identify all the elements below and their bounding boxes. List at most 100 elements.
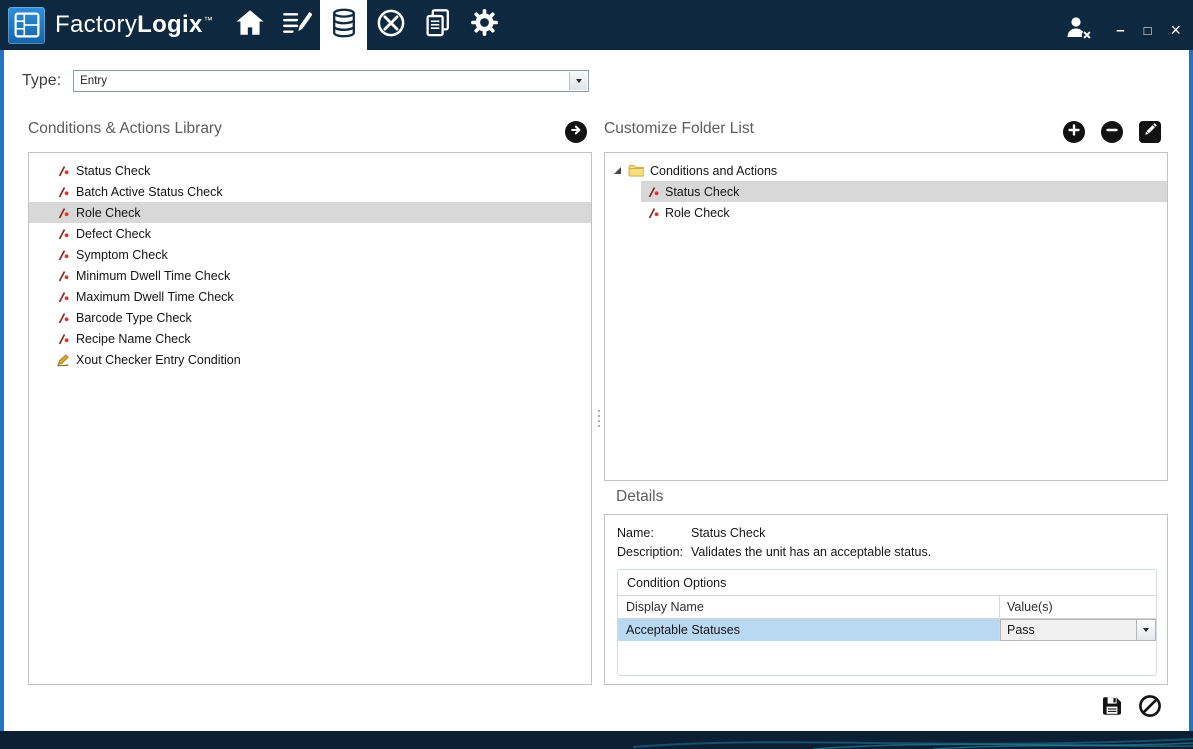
tree-child-node[interactable]: Status Check (641, 181, 1167, 202)
condition-icon (56, 332, 70, 346)
documents-icon (424, 8, 452, 43)
option-row: Acceptable StatusesPass (618, 619, 1156, 641)
details-title: Details (616, 488, 663, 506)
detail-name-label: Name: (617, 526, 691, 540)
app-title: FactoryLogix™ (55, 11, 213, 39)
app-title-regular: Factory (55, 11, 137, 38)
details-box: Name: Status Check Description: Validate… (604, 514, 1168, 685)
library-title: Conditions & Actions Library (28, 120, 222, 138)
condition-options-title: Condition Options (618, 570, 1156, 595)
tree-root-label: Conditions and Actions (650, 164, 777, 178)
detail-description-value: Validates the unit has an acceptable sta… (691, 545, 931, 559)
folder-actions (604, 121, 1168, 143)
library-item[interactable]: Xout Checker Entry Condition (29, 349, 591, 370)
user-signout-icon (1063, 15, 1093, 46)
save-button[interactable] (1101, 695, 1123, 722)
trademark: ™ (204, 15, 213, 25)
library-item-label: Minimum Dwell Time Check (76, 269, 230, 283)
app-title-bold: Logix (137, 11, 203, 38)
tree-child-node[interactable]: Role Check (641, 202, 1167, 223)
nav-documents[interactable] (414, 0, 461, 50)
home-icon (235, 9, 265, 41)
tree-child-label: Status Check (665, 185, 739, 199)
window-frame-bottom (0, 731, 1193, 749)
library-item-label: Symptom Check (76, 248, 168, 262)
type-select-value: Entry (80, 75, 107, 87)
edit-folder-item-icon (1144, 123, 1157, 141)
detail-description-row: Description: Validates the unit has an a… (617, 545, 931, 559)
condition-icon (56, 206, 70, 220)
dropdown-arrow-icon (1136, 620, 1155, 640)
condition-icon (56, 185, 70, 199)
condition-icon (56, 248, 70, 262)
column-header-values: Value(s) (1000, 596, 1156, 618)
nav-production[interactable] (367, 0, 414, 50)
library-item[interactable]: Minimum Dwell Time Check (29, 265, 591, 286)
detail-name-value: Status Check (691, 526, 765, 540)
library-item-label: Barcode Type Check (76, 311, 192, 325)
cancel-button[interactable] (1138, 694, 1162, 723)
save-icon (1101, 695, 1123, 722)
nav-work-instructions[interactable] (273, 0, 320, 50)
edit-folder-item-button[interactable] (1139, 121, 1161, 143)
condition-icon (647, 185, 659, 199)
footer-actions (604, 694, 1168, 723)
options-table-header: Display Name Value(s) (618, 596, 1156, 619)
minimize-button[interactable]: – (1116, 23, 1124, 38)
panel-splitter[interactable] (594, 152, 603, 685)
library-item[interactable]: Maximum Dwell Time Check (29, 286, 591, 307)
add-folder-item-icon (1068, 123, 1080, 141)
library-item-label: Role Check (76, 206, 141, 220)
condition-icon (56, 269, 70, 283)
detail-description-label: Description: (617, 545, 691, 559)
option-display-name-cell[interactable]: Acceptable Statuses (618, 619, 1000, 641)
library-item-label: Batch Active Status Check (76, 185, 223, 199)
library-item-label: Defect Check (76, 227, 151, 241)
library-item-label: Recipe Name Check (76, 332, 191, 346)
library-item[interactable]: Status Check (29, 160, 591, 181)
titlebar-right: – □ × (1063, 0, 1181, 50)
type-row: Type: Entry (22, 70, 589, 92)
folder-tree: Conditions and Actions Status Check Role … (604, 152, 1168, 481)
options-table-rows: Acceptable StatusesPass (618, 619, 1156, 641)
library-item[interactable]: Role Check (29, 202, 591, 223)
factorylogix-logo-icon (8, 7, 45, 44)
detail-name-row: Name: Status Check (617, 526, 765, 540)
content-panel: Type: Entry Conditions & Actions Library… (4, 50, 1189, 731)
nav-library[interactable] (320, 0, 367, 50)
column-header-display-name: Display Name (618, 596, 1000, 618)
type-select[interactable]: Entry (73, 70, 589, 92)
library-list: Status Check Batch Active Status Check Rol… (28, 152, 592, 685)
move-right-button[interactable] (565, 121, 587, 143)
condition-icon (56, 311, 70, 325)
close-button[interactable]: × (1170, 21, 1181, 39)
value-combo[interactable]: Pass (1000, 619, 1156, 641)
expander-icon[interactable] (614, 167, 621, 174)
library-item[interactable]: Barcode Type Check (29, 307, 591, 328)
library-item[interactable]: Defect Check (29, 223, 591, 244)
library-item[interactable]: Recipe Name Check (29, 328, 591, 349)
condition-icon (647, 206, 659, 220)
titlebar: FactoryLogix™ (0, 0, 1193, 50)
tree-root-node[interactable]: Conditions and Actions (605, 160, 1167, 181)
user-signout-button[interactable] (1063, 15, 1093, 46)
library-item[interactable]: Batch Active Status Check (29, 181, 591, 202)
condition-icon (56, 164, 70, 178)
condition-icon (56, 227, 70, 241)
app-window: FactoryLogix™ (0, 0, 1193, 749)
nav-home[interactable] (226, 0, 273, 50)
nav-settings[interactable] (461, 0, 508, 50)
condition-options-group: Condition Options Display Name Value(s) … (617, 569, 1157, 676)
window-frame-right (1189, 50, 1193, 731)
add-folder-item-button[interactable] (1063, 121, 1085, 143)
dropdown-arrow-icon (569, 72, 587, 90)
maximize-button[interactable]: □ (1144, 24, 1152, 37)
move-right-icon (570, 123, 582, 141)
condition-options-table: Display Name Value(s) Acceptable Statuse… (618, 595, 1156, 675)
work-instructions-icon (282, 9, 312, 42)
tree-child-label: Role Check (665, 206, 730, 220)
library-item[interactable]: Symptom Check (29, 244, 591, 265)
folder-icon (628, 164, 644, 177)
production-icon (376, 8, 406, 43)
remove-folder-item-button[interactable] (1101, 121, 1123, 143)
